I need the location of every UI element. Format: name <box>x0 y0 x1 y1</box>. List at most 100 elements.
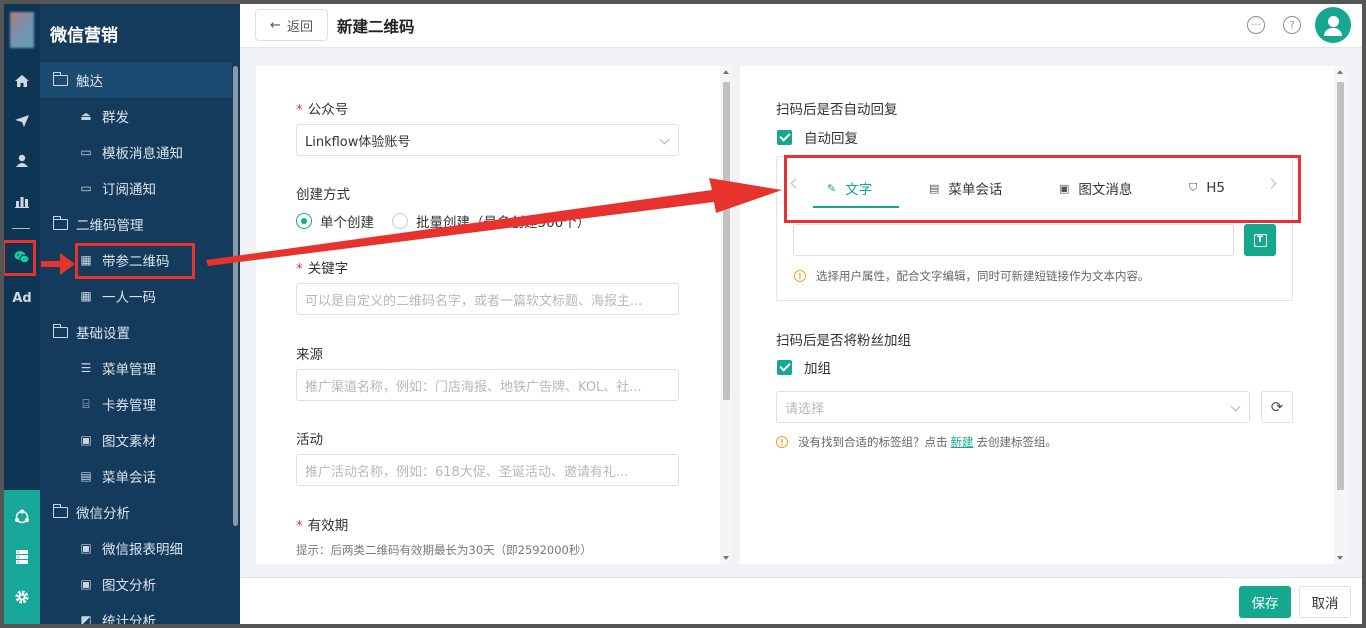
validity-hint: 提示：后两类二维码有效期最长为30天（即2592000秒） <box>296 543 592 557</box>
sidebar-item-label: 订阅通知 <box>102 182 156 198</box>
app-window: Ad 微信营销 触达 ⏏ 群发 ▭ 模板消息通知 ▭ 订阅通知 二维码管理 ▦ 带参二维码 ▦ 一人一… <box>4 4 1362 624</box>
right-panel-scrollbar[interactable] <box>1334 66 1346 564</box>
gear-icon[interactable] <box>4 582 40 612</box>
group-title: 扫码后是否将粉丝加组 <box>776 333 911 349</box>
sidebar-item-label: 微信报表明细 <box>102 542 183 558</box>
sidebar-item-9[interactable]: ⌸ 卡券管理 <box>40 386 232 422</box>
chevron-down-icon <box>659 134 670 145</box>
sidebar-item-11[interactable]: ▤ 菜单会话 <box>40 458 232 494</box>
group-select[interactable]: 请选择 <box>776 391 1250 423</box>
page-header: ← 返回 新建二维码 ··· ? <box>240 4 1362 48</box>
left-panel-scrollbar[interactable] <box>720 66 732 564</box>
brand-title: 微信营销 <box>50 25 118 46</box>
keyword-label: * 关键字 <box>296 261 349 277</box>
reply-text-input[interactable] <box>793 224 1234 256</box>
radio-single[interactable]: 单个创建 <box>296 211 374 231</box>
bar-chart-icon[interactable] <box>4 186 40 216</box>
annotation-highlight-rail <box>4 240 36 276</box>
sidebar-item-label: 菜单管理 <box>102 362 156 378</box>
sidebar-item-0[interactable]: 触达 <box>40 62 232 98</box>
sidebar-item-1[interactable]: ⏏ 群发 <box>40 98 232 134</box>
sidebar-item-label: 图文素材 <box>102 434 156 450</box>
sidebar-item-label: 模板消息通知 <box>102 146 183 162</box>
annotation-highlight-menu <box>75 243 195 279</box>
sidebar-item-label: 触达 <box>76 74 103 90</box>
app-logo <box>10 12 34 48</box>
refresh-button[interactable]: ⟳ <box>1261 391 1293 423</box>
article-icon: ▣ <box>80 433 92 447</box>
sidebar-item-12[interactable]: 微信分析 <box>40 494 232 530</box>
activity-input[interactable]: 推广活动名称，例如：618大促、圣诞活动、邀请有礼... <box>296 454 679 486</box>
save-button[interactable]: 保存 <box>1239 586 1291 618</box>
annotation-highlight-tabs <box>784 155 1301 223</box>
sidebar-item-14[interactable]: ▣ 图文分析 <box>40 566 232 602</box>
group-hint: ! 没有找到合适的标签组？点击 新建 去创建标签组。 <box>776 434 1057 450</box>
report-icon: ▣ <box>80 541 92 555</box>
sidebar-item-label: 微信分析 <box>76 506 130 522</box>
auto-reply-title: 扫码后是否自动回复 <box>776 102 898 118</box>
sidebar-item-label: 图文分析 <box>102 578 156 594</box>
network-icon[interactable] <box>4 502 40 532</box>
chevron-down-icon <box>1230 401 1241 412</box>
ad-icon[interactable]: Ad <box>4 283 40 313</box>
sidebar-item-15[interactable]: ◩ 统计分析 <box>40 602 232 624</box>
sidebar-item-3[interactable]: ▭ 订阅通知 <box>40 170 232 206</box>
create-tag-link[interactable]: 新建 <box>951 434 974 450</box>
insert-attribute-button[interactable]: T <box>1244 224 1276 256</box>
page-title: 新建二维码 <box>337 18 415 36</box>
sidebar-item-7[interactable]: 基础设置 <box>40 314 232 350</box>
send-icon[interactable] <box>4 106 40 136</box>
source-input[interactable]: 推广渠道名称，例如：门店海报、地铁广告牌、KOL、社... <box>296 369 679 401</box>
qrcode-icon: ▦ <box>80 289 92 303</box>
rail-divider <box>12 228 30 229</box>
info-icon: ! <box>794 270 806 282</box>
home-icon[interactable] <box>4 66 40 96</box>
mode-label: 创建方式 <box>296 187 350 203</box>
page-footer: 保存 取消 <box>240 577 1362 624</box>
source-label: 来源 <box>296 347 323 363</box>
sidebar-scrollbar[interactable] <box>233 66 238 526</box>
avatar[interactable] <box>1315 7 1351 43</box>
validity-label: * 有效期 <box>296 518 349 534</box>
account-select[interactable]: Linkflow体验账号 <box>296 124 679 156</box>
sidebar-item-2[interactable]: ▭ 模板消息通知 <box>40 134 232 170</box>
back-label: 返回 <box>286 19 313 35</box>
icon-rail: Ad <box>4 4 40 624</box>
sidebar-item-label: 统计分析 <box>102 614 156 624</box>
coupon-icon: ⌸ <box>82 396 90 411</box>
message-icon[interactable]: ··· <box>1247 16 1265 34</box>
user-icon[interactable] <box>4 146 40 176</box>
radio-batch[interactable]: 批量创建（最多创建500个） <box>392 211 590 231</box>
cancel-button[interactable]: 取消 <box>1299 586 1351 618</box>
folder-icon <box>52 503 68 519</box>
reply-hint: ! 选择用户属性，配合文字编辑，同时可新建短链接作为文本内容。 <box>794 268 1150 284</box>
sidebar-item-label: 基础设置 <box>76 326 130 342</box>
report-icon: ▣ <box>80 577 92 591</box>
sidebar-item-label: 一人一码 <box>102 290 156 306</box>
folder-icon <box>52 71 68 87</box>
sidebar-item-4[interactable]: 二维码管理 <box>40 206 232 242</box>
sidebar-item-label: 群发 <box>102 110 129 126</box>
account-label: * 公众号 <box>296 102 349 118</box>
back-button[interactable]: ← 返回 <box>255 9 328 41</box>
sidebar-item-13[interactable]: ▣ 微信报表明细 <box>40 530 232 566</box>
help-icon[interactable]: ? <box>1283 16 1301 34</box>
template-icon: ▭ <box>80 181 92 195</box>
sidebar-item-8[interactable]: ☰ 菜单管理 <box>40 350 232 386</box>
chat-icon: ▤ <box>80 469 92 483</box>
template-icon: ▭ <box>80 145 92 159</box>
chart-icon: ◩ <box>80 613 92 624</box>
text-icon: T <box>1253 233 1267 247</box>
keyword-input[interactable]: 可以是自定义的二维码名字，或者一篇软文标题、海报主... <box>296 283 679 315</box>
rail-bottom-section <box>4 490 40 624</box>
sidebar: 微信营销 触达 ⏏ 群发 ▭ 模板消息通知 ▭ 订阅通知 二维码管理 ▦ 带参二维码 ▦ 一人一码 基础… <box>40 4 240 624</box>
sidebar-item-10[interactable]: ▣ 图文素材 <box>40 422 232 458</box>
arrow-left-icon: ← <box>270 17 281 33</box>
activity-label: 活动 <box>296 432 323 448</box>
sidebar-item-6[interactable]: ▦ 一人一码 <box>40 278 232 314</box>
server-icon[interactable] <box>4 542 40 572</box>
group-checkbox[interactable]: 加组 <box>777 357 831 377</box>
auto-reply-checkbox[interactable]: 自动回复 <box>777 127 858 147</box>
folder-icon <box>52 215 68 231</box>
list-icon: ☰ <box>80 361 92 375</box>
